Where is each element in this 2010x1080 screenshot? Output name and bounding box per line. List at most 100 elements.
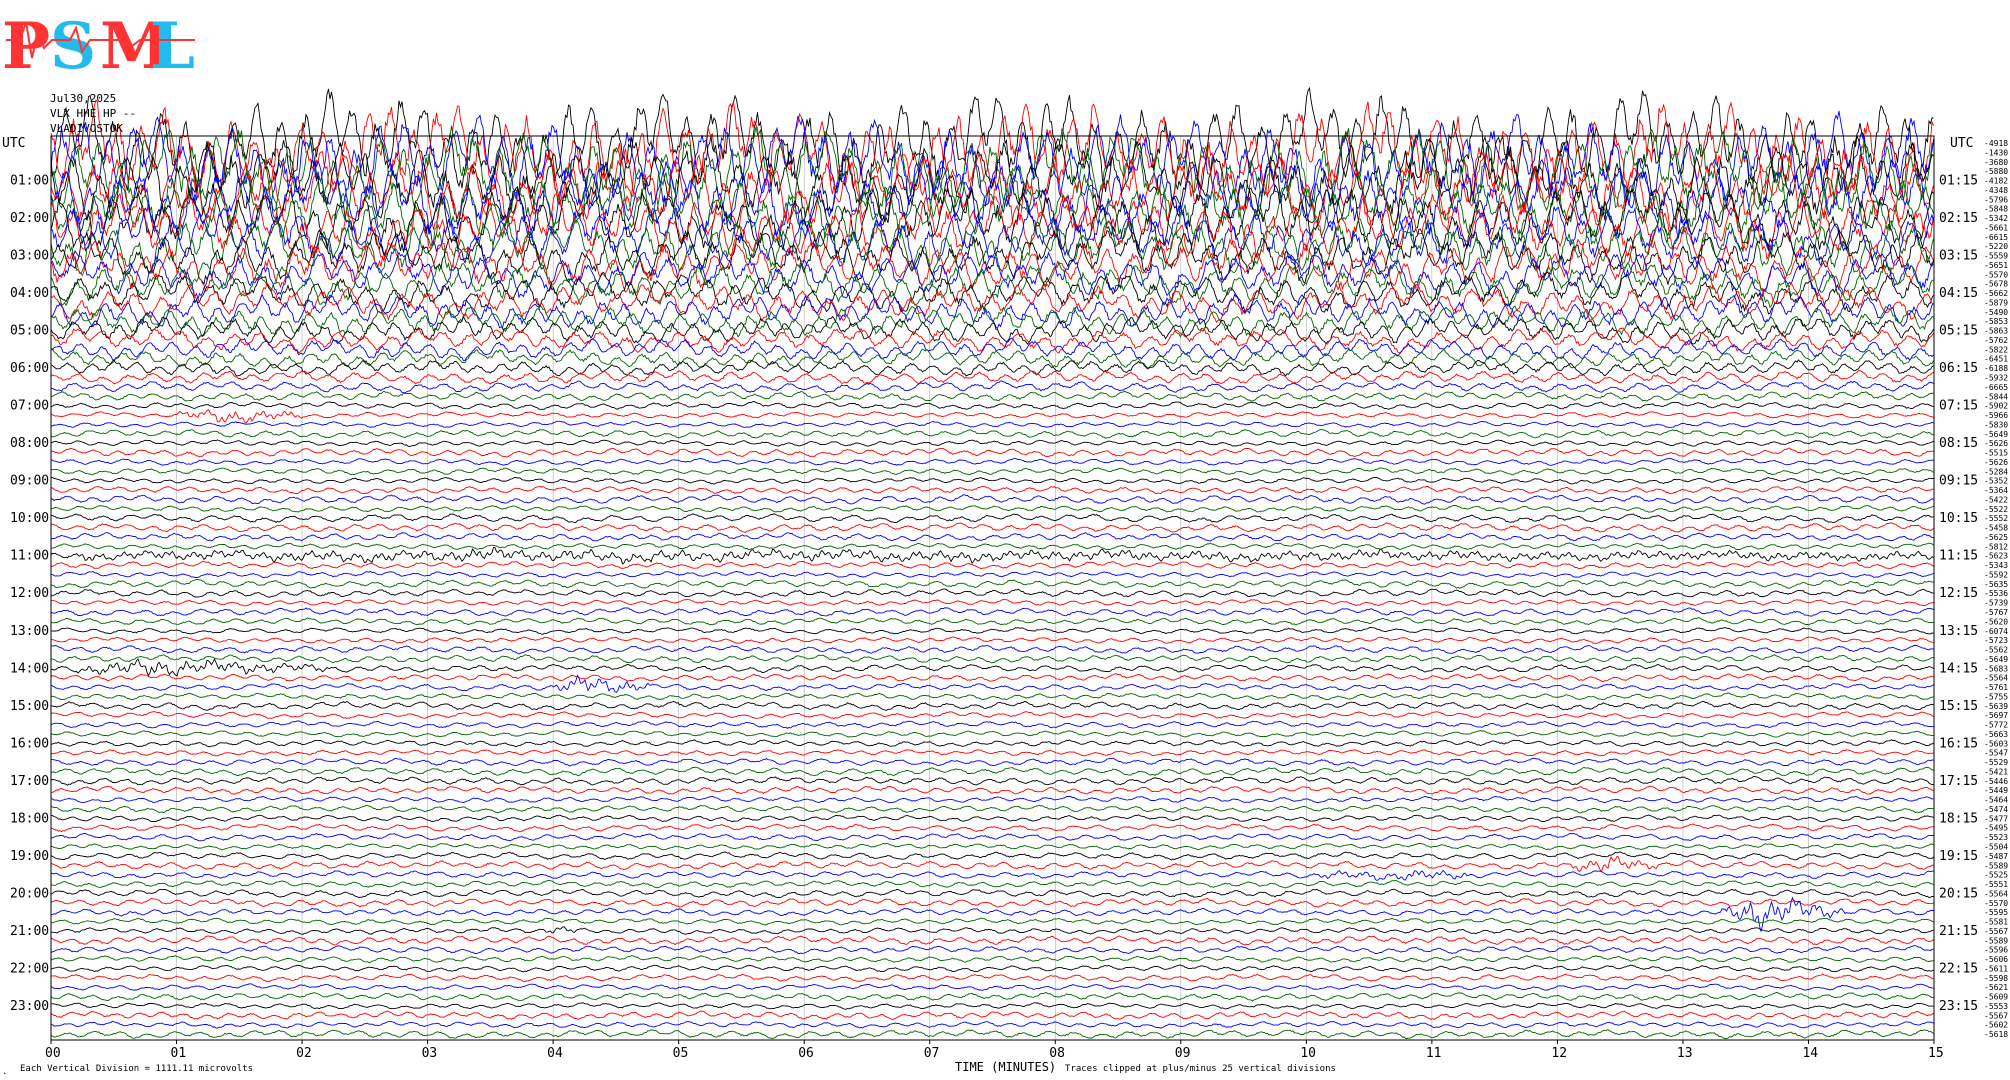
seismic-trace-23 [50,348,1934,369]
trace-offset-label: -5697 [1984,711,2008,720]
seismic-trace-87 [50,955,1934,963]
trace-offset-label: -5603 [1984,739,2008,748]
seismic-trace-40 [51,513,1934,524]
right-hour-label: 19:15 [1939,849,1978,864]
trace-offset-label: -1430 [1984,148,2008,157]
trace-offset-label: -5559 [1984,252,2008,261]
trace-offset-label: -5562 [1984,646,2008,655]
left-hour-label: 21:00 [10,924,49,939]
left-hour-label: 03:00 [10,249,49,264]
seismic-traces [50,86,1934,1040]
seismic-trace-62 [51,720,1934,729]
helicorder-chart: P S M L Jul30,2025 VLX HHE HP -- VLADIVO… [2,9,2008,1077]
left-hour-label: 05:00 [10,324,49,339]
trace-offset-label: -5762 [1984,336,2008,345]
x-tick-label: 00 [45,1046,61,1061]
seismic-trace-19 [50,305,1934,338]
seismic-trace-93 [50,1010,1934,1021]
right-hour-label: 07:15 [1939,399,1978,414]
x-tick-label: 04 [547,1046,563,1061]
seismic-trace-64 [50,739,1934,748]
seismic-trace-94 [50,1020,1934,1029]
x-tick-label: 03 [422,1046,438,1061]
trace-offset-label: -5853 [1984,317,2008,326]
left-axis-title: UTC [2,136,25,151]
right-hour-label: 21:15 [1939,924,1978,939]
trace-offset-label: -5567 [1984,927,2008,936]
x-tick-label: 11 [1426,1046,1442,1061]
right-hour-label: 22:15 [1939,961,1978,976]
trace-offset-label: -5564 [1984,889,2008,898]
seismic-trace-15 [50,260,1934,309]
trace-offset-label: -5284 [1984,467,2008,476]
trace-offset-label: -5504 [1984,843,2008,852]
header-network: VLADIVOSTOK [50,122,123,135]
trace-offset-label: -5626 [1984,458,2008,467]
x-tick-label: 12 [1551,1046,1567,1061]
trace-offset-label: -5611 [1984,964,2008,973]
right-hour-label: 14:15 [1939,661,1978,676]
seismic-trace-72 [50,814,1934,823]
right-hour-label: 02:15 [1939,211,1978,226]
x-tick-label: 01 [171,1046,187,1061]
trace-offset-label: -5477 [1984,814,2008,823]
right-hour-label: 23:15 [1939,999,1978,1014]
trace-offset-label: -5352 [1984,477,2008,486]
trace-offset-label: -5422 [1984,495,2008,504]
trace-offset-label: -6665 [1984,383,2008,392]
trace-offset-label: -5421 [1984,767,2008,776]
trace-offset-label: -5529 [1984,758,2008,767]
right-hour-label: 09:15 [1939,474,1978,489]
seismic-trace-70 [50,795,1934,804]
trace-offset-label: -5678 [1984,280,2008,289]
left-hour-label: 01:00 [10,174,49,189]
trace-offset-label: -5683 [1984,664,2008,673]
right-hour-label: 15:15 [1939,699,1978,714]
trace-offset-label: -4348 [1984,186,2008,195]
seismic-trace-76 [50,851,1934,861]
trace-offset-label: -5364 [1984,486,2008,495]
seismic-trace-88 [50,964,1934,973]
seismic-trace-55 [50,654,1934,664]
trace-offset-label: -5620 [1984,617,2008,626]
x-tick-label: 10 [1300,1046,1316,1061]
trace-offset-label: -5848 [1984,205,2008,214]
trace-offset-label: -5755 [1984,692,2008,701]
seismic-trace-35 [50,467,1934,476]
seismic-trace-90 [50,983,1934,992]
seismic-trace-79 [51,879,1934,889]
right-hour-label: 18:15 [1939,811,1978,826]
trace-offset-label: -5830 [1984,420,2008,429]
trace-offset-label: -5661 [1984,223,2008,232]
seismic-trace-26 [50,380,1934,394]
seismic-trace-36 [50,476,1934,485]
trace-offset-label: -5598 [1984,974,2008,983]
left-hour-label: 02:00 [10,211,49,226]
seismic-trace-89 [50,973,1934,983]
right-hour-label: 16:15 [1939,736,1978,751]
seismic-trace-91 [50,991,1934,1002]
trace-offset-label: -5552 [1984,514,2008,523]
seismic-trace-74 [50,832,1934,842]
trace-offset-label: -5553 [1984,1002,2008,1011]
right-axis-title: UTC [1950,136,1973,151]
seismic-trace-18 [50,293,1934,330]
x-tick-label: 09 [1175,1046,1191,1061]
trace-offset-label: -5639 [1984,702,2008,711]
trace-offset-label: -5547 [1984,749,2008,758]
trace-offset-label: -5449 [1984,786,2008,795]
trace-offset-label: -5596 [1984,946,2008,955]
x-tick-label: 14 [1802,1046,1818,1061]
station-header: Jul30,2025 VLX HHE HP -- VLADIVOSTOK [50,92,136,135]
left-hour-label: 19:00 [10,849,49,864]
x-axis-label: TIME (MINUTES) [955,1060,1056,1074]
trace-offset-label: -6615 [1984,233,2008,242]
seismic-trace-83 [50,917,1934,926]
seismic-trace-31 [50,428,1934,439]
seismic-trace-80 [50,888,1934,898]
right-hour-label: 17:15 [1939,774,1978,789]
x-tick-label: 05 [673,1046,689,1061]
left-hour-label: 04:00 [10,286,49,301]
seismic-trace-47 [50,579,1934,589]
seismic-trace-61 [50,711,1934,720]
